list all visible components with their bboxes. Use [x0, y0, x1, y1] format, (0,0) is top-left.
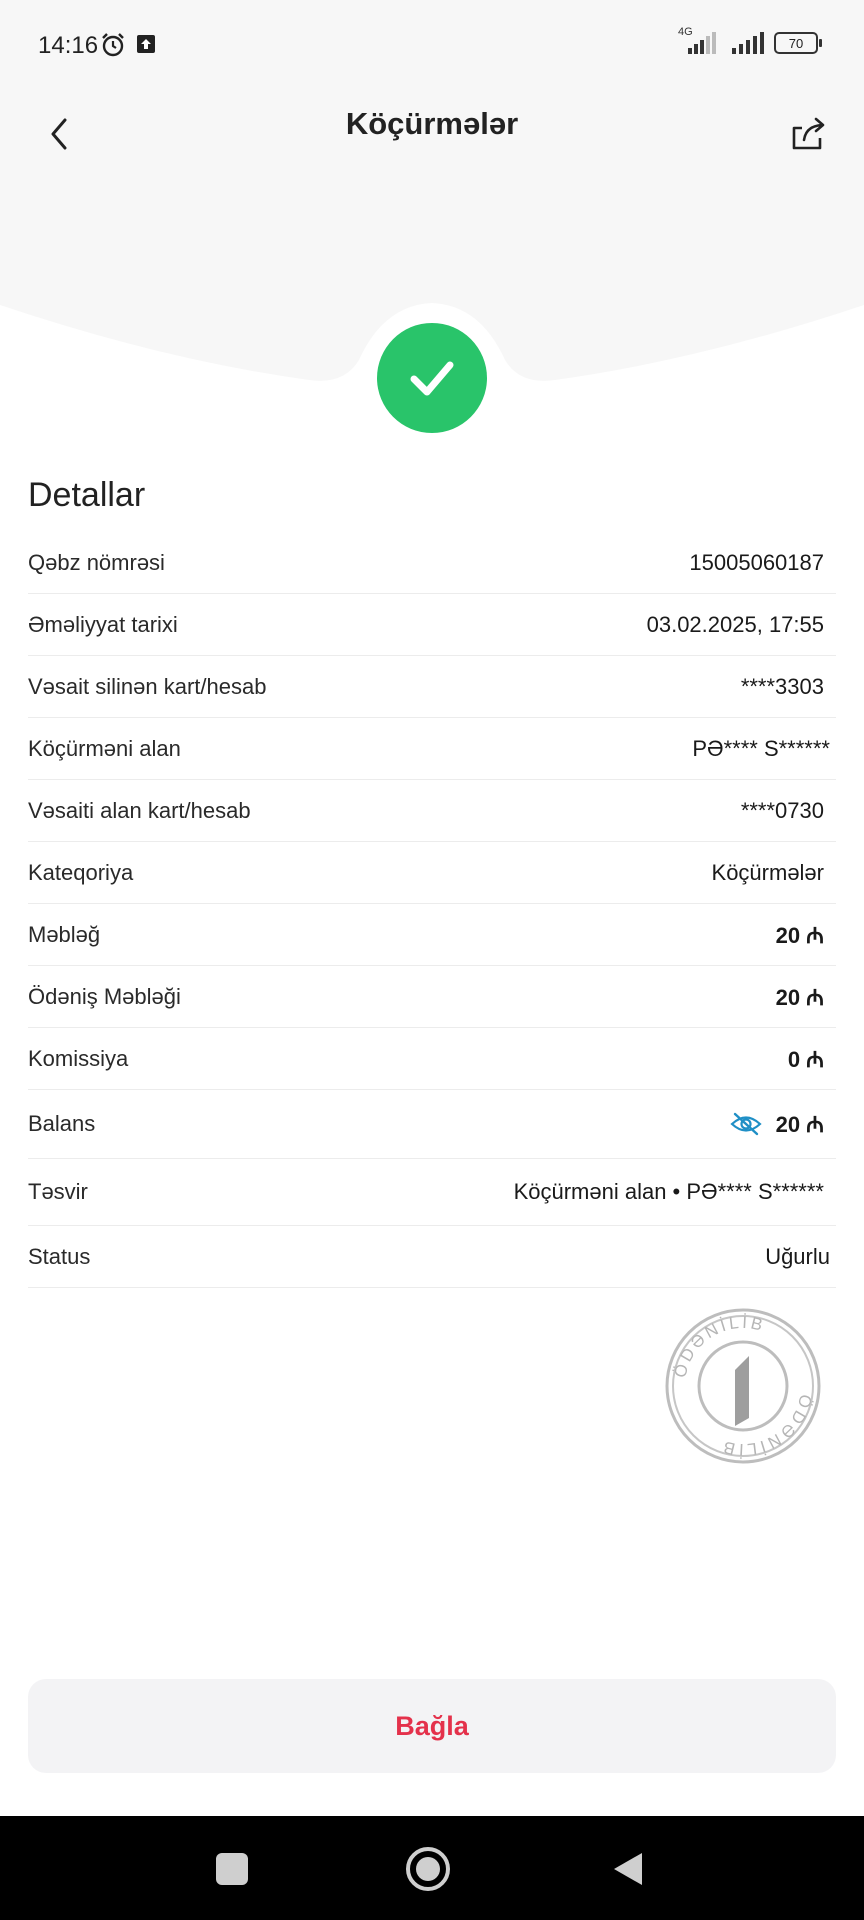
- details-list: Qəbz nömrəsi 15005060187 Əməliyyat tarix…: [28, 532, 836, 1288]
- triangle-back-icon: [614, 1853, 642, 1885]
- paid-stamp-icon: ÖDƏNİLİB ÖDƏNİLİB: [665, 1308, 821, 1464]
- back-nav-button[interactable]: [603, 1844, 653, 1894]
- status-value: Uğurlu: [765, 1243, 830, 1269]
- detail-label: Ödəniş Məbləği: [28, 983, 181, 1009]
- detail-label: Balans: [28, 1111, 96, 1136]
- detail-value: 0 ₼: [787, 1046, 824, 1072]
- detail-value: Köçürməni alan • PƏ**** S******: [513, 1179, 824, 1204]
- eye-hidden-icon[interactable]: [729, 1111, 762, 1137]
- detail-row-recipient-card: Vəsaiti alan kart/hesab ****0730: [28, 780, 836, 842]
- status-left-icons: [100, 32, 158, 58]
- detail-label: Köçürməni alan: [28, 735, 181, 761]
- share-icon: [792, 117, 825, 150]
- success-check-badge: [377, 323, 487, 433]
- share-button[interactable]: [780, 104, 840, 164]
- recent-apps-button[interactable]: [207, 1844, 257, 1894]
- home-circle-icon: [406, 1847, 450, 1891]
- detail-row-date: Əməliyyat tarixi 03.02.2025, 17:55: [28, 594, 836, 656]
- detail-label: Status: [28, 1243, 91, 1269]
- checkmark-icon: [410, 361, 454, 396]
- home-button[interactable]: [403, 1844, 453, 1894]
- detail-row-recipient: Köçürməni alan PƏ**** S******: [28, 718, 836, 780]
- detail-value: 03.02.2025, 17:55: [646, 611, 824, 637]
- detail-label: Qəbz nömrəsi: [28, 549, 165, 575]
- app-header: Köçürmələr: [0, 92, 864, 192]
- battery-level: 70: [788, 35, 804, 51]
- detail-row-payment-amount: Ödəniş Məbləği 20 ₼: [28, 966, 836, 1028]
- svg-text:ÖDƏNİLİB: ÖDƏNİLİB: [670, 1313, 767, 1380]
- detail-label: Vəsait silinən kart/hesab: [28, 673, 267, 699]
- detail-row-receipt: Qəbz nömrəsi 15005060187: [28, 532, 836, 594]
- square-icon: [216, 1853, 248, 1885]
- detail-value: Köçürmələr: [711, 859, 824, 885]
- detail-value: 15005060187: [689, 549, 824, 575]
- detail-label: Kateqoriya: [28, 859, 134, 885]
- balance-value: 20 ₼: [775, 1112, 824, 1137]
- details-title: Detallar: [28, 476, 146, 514]
- close-button[interactable]: Bağla: [28, 1679, 836, 1773]
- signal-icon: [732, 32, 764, 54]
- alarm-icon: [102, 33, 124, 57]
- detail-row-amount: Məbləğ 20 ₼: [28, 904, 836, 966]
- battery-icon: 70: [774, 32, 822, 54]
- detail-value: PƏ**** S******: [692, 735, 830, 761]
- detail-value: ****3303: [740, 673, 824, 699]
- detail-label: Vəsaiti alan kart/hesab: [28, 797, 251, 823]
- stamp-text-bottom: ÖDƏNİLİB: [719, 1392, 813, 1459]
- detail-row-description: Təsvir Köçürməni alan • PƏ**** S******: [28, 1159, 836, 1226]
- detail-row-commission: Komissiya 0 ₼: [28, 1028, 836, 1090]
- stamp-text-top: ÖDƏNİLİB: [670, 1313, 764, 1380]
- detail-value: ****0730: [740, 797, 824, 823]
- page-title: Köçürmələr: [345, 106, 519, 141]
- detail-row-balance: Balans 20 ₼: [28, 1090, 836, 1159]
- status-time: 14:16: [38, 32, 99, 59]
- detail-label: Komissiya: [28, 1045, 129, 1071]
- paid-stamp: ÖDƏNİLİB ÖDƏNİLİB: [663, 1306, 823, 1466]
- detail-row-source-card: Vəsait silinən kart/hesab ****3303: [28, 656, 836, 718]
- detail-value: 20 ₼: [775, 922, 824, 948]
- signal-4g-icon: 4G: [678, 26, 720, 56]
- detail-row-status: Status Uğurlu: [28, 1226, 836, 1288]
- system-nav-bar: [0, 1816, 864, 1920]
- status-right-icons: 4G 70: [678, 26, 822, 56]
- upload-notification-icon: [137, 35, 155, 53]
- status-bar: 14:16 4G 70: [0, 0, 864, 92]
- balance-value-group: 20 ₼: [729, 1109, 836, 1139]
- detail-label: Əməliyyat tarixi: [28, 611, 178, 637]
- svg-text:ÖDƏNİLİB: ÖDƏNİLİB: [719, 1392, 816, 1459]
- detail-label: Məbləğ: [28, 921, 101, 947]
- detail-label: Təsvir: [28, 1179, 88, 1204]
- detail-value: 20 ₼: [775, 984, 824, 1010]
- detail-row-category: Kateqoriya Köçürmələr: [28, 842, 836, 904]
